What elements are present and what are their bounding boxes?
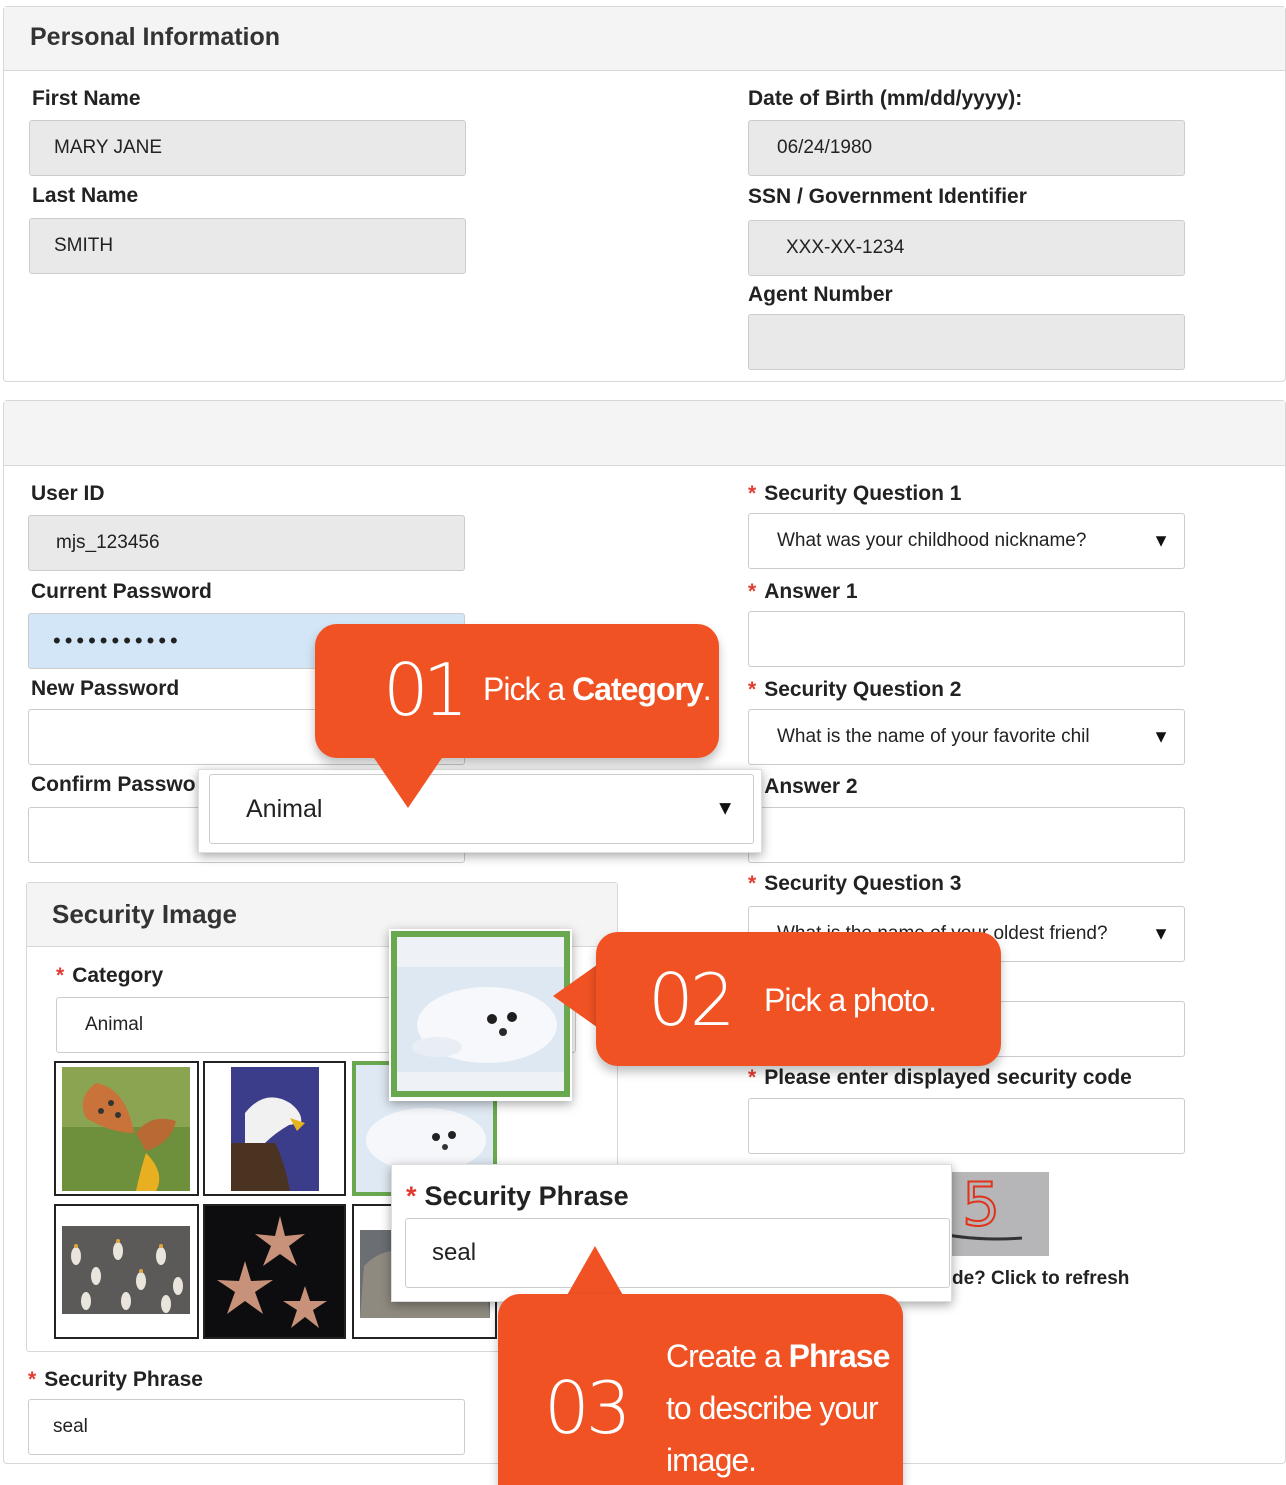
agent-number-label: Agent Number — [748, 283, 893, 306]
caret-down-icon: ▼ — [715, 797, 735, 820]
required-mark: * — [748, 1066, 757, 1089]
last-name-label: Last Name — [32, 184, 139, 207]
security-code-label: * Please enter displayed security code — [748, 1066, 1132, 1090]
account-header — [4, 401, 1285, 466]
personal-info-panel: Personal Information First Name MARY JAN… — [3, 6, 1286, 382]
seal-photo — [397, 937, 564, 1091]
callout-step-2: 02 Pick a photo. — [596, 932, 1001, 1066]
personal-info-title: Personal Information — [30, 23, 281, 51]
security-question-2-value: What is the name of your favorite chil — [777, 726, 1090, 747]
answer-1-label: * Answer 1 — [748, 580, 858, 604]
user-id-label: User ID — [31, 482, 105, 505]
confirm-password-label: Confirm Passwo — [31, 773, 196, 796]
required-mark: * — [406, 1181, 417, 1211]
agent-number-field[interactable] — [748, 314, 1185, 370]
required-mark: * — [748, 872, 757, 895]
security-phrase-text: Security Phrase — [44, 1368, 203, 1391]
security-phrase-zoom-label: * Security Phrase — [406, 1181, 629, 1212]
security-phrase-zoom-popup: * Security Phrase seal — [391, 1164, 952, 1302]
callout-1-pre: Pick a — [483, 671, 573, 707]
required-mark: * — [748, 482, 757, 505]
caret-down-icon: ▼ — [1152, 923, 1170, 944]
answer-2-text: Answer 2 — [764, 775, 858, 798]
user-id-field[interactable]: mjs_123456 — [28, 515, 465, 571]
image-option-starfish[interactable] — [203, 1204, 346, 1339]
callout-2-text: Pick a photo. — [764, 982, 937, 1018]
callout-1-number: 01 — [383, 648, 469, 732]
security-question-3-text: Security Question 3 — [764, 872, 962, 895]
answer-2-field[interactable] — [748, 807, 1185, 863]
category-zoom-select[interactable]: Animal ▼ — [209, 774, 754, 844]
answer-1-text: Answer 1 — [764, 580, 858, 603]
security-question-2-text: Security Question 2 — [764, 678, 962, 701]
callout-step-1: 01 Pick a Category. — [315, 624, 719, 758]
required-mark: * — [56, 964, 65, 987]
category-text: Category — [72, 964, 164, 987]
dob-label: Date of Birth (mm/dd/yyyy): — [748, 87, 1023, 110]
required-mark: * — [748, 580, 757, 603]
answer-2-label: *Answer 2 — [748, 775, 858, 799]
security-question-1-text: Security Question 1 — [764, 482, 962, 505]
current-password-label: Current Password — [31, 580, 212, 603]
image-option-eagle[interactable] — [203, 1061, 346, 1196]
personal-info-header: Personal Information — [4, 7, 1285, 71]
required-mark: * — [748, 678, 757, 701]
security-code-text: Please enter displayed security code — [764, 1066, 1132, 1089]
callout-3-line-1: Create a Phrase — [666, 1338, 891, 1375]
callout-1-text: Pick a Category. — [483, 671, 712, 708]
first-name-label: First Name — [32, 87, 141, 110]
security-question-3-label: * Security Question 3 — [748, 872, 961, 896]
security-phrase-label: * Security Phrase — [28, 1368, 203, 1392]
callout-2-number: 02 — [648, 958, 736, 1042]
callout-3-number: 03 — [544, 1366, 632, 1450]
captcha-refresh-link[interactable]: de? Click to refresh — [952, 1268, 1129, 1290]
required-mark: * — [28, 1368, 37, 1391]
callout-3-line-3: image. — [666, 1442, 757, 1478]
image-option-butterfly[interactable] — [54, 1061, 199, 1196]
first-name-field[interactable]: MARY JANE — [29, 120, 466, 176]
last-name-field[interactable]: SMITH — [29, 218, 466, 274]
security-question-2-label: * Security Question 2 — [748, 678, 961, 702]
selected-photo-frame — [391, 931, 570, 1097]
answer-1-field[interactable] — [748, 611, 1185, 667]
security-phrase-field[interactable]: seal — [28, 1399, 465, 1455]
ssn-field[interactable]: XXX-XX-1234 — [748, 220, 1185, 276]
ssn-label: SSN / Government Identifier — [748, 185, 1027, 208]
callout-3-line-2: to describe your — [666, 1390, 879, 1426]
security-phrase-zoom-text: Security Phrase — [424, 1181, 629, 1211]
callout-1-pointer — [370, 752, 446, 808]
security-phrase-zoom-field[interactable]: seal — [405, 1218, 950, 1288]
caret-down-icon: ▼ — [1152, 726, 1170, 747]
image-option-penguins[interactable] — [54, 1204, 199, 1339]
category-zoom-value: Animal — [246, 794, 323, 823]
caret-down-icon: ▼ — [1152, 530, 1170, 551]
callout-1-bold: Category — [572, 671, 704, 707]
selected-photo-zoom — [389, 929, 572, 1101]
new-password-label: New Password — [31, 677, 180, 700]
category-zoom-popup: Animal ▼ — [198, 769, 762, 853]
callout-step-3: 03 Create a Phrase to describe your imag… — [498, 1294, 903, 1485]
callout-1-post: . — [702, 671, 712, 707]
category-label: * Category — [56, 964, 163, 988]
security-code-field[interactable] — [748, 1098, 1185, 1154]
dob-field[interactable]: 06/24/1980 — [748, 120, 1185, 176]
callout-3-pre: Create a — [666, 1338, 789, 1374]
security-question-1-label: * Security Question 1 — [748, 482, 961, 506]
security-question-2-select[interactable]: What is the name of your favorite chil ▼ — [748, 709, 1185, 765]
security-image-title: Security Image — [52, 899, 237, 929]
security-question-1-select[interactable]: What was your childhood nickname? ▼ — [748, 513, 1185, 569]
callout-3-bold: Phrase — [788, 1338, 891, 1374]
security-question-1-value: What was your childhood nickname? — [777, 530, 1087, 551]
